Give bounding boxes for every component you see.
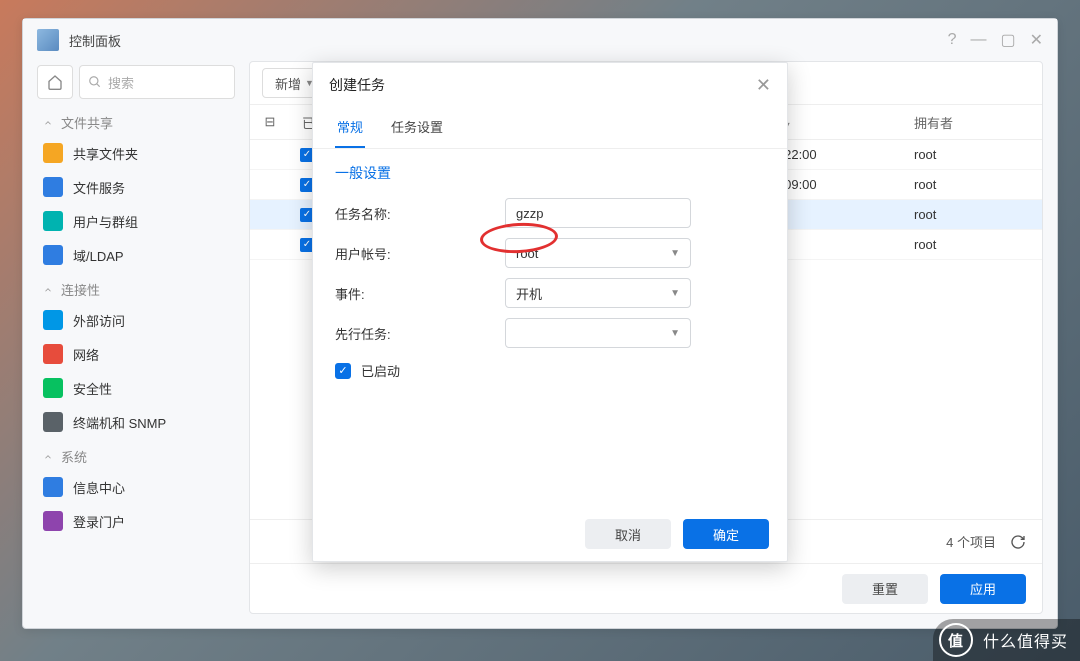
dialog-ok-button[interactable]: 确定 [683,519,769,549]
sidebar-item[interactable]: 文件服务 [37,170,235,204]
sidebar-item-label: 域/LDAP [73,246,124,265]
home-icon [47,74,63,90]
dialog-tabs: 常规 任务设置 [313,107,787,149]
sidebar: 搜索 文件共享共享文件夹文件服务用户与群组域/LDAP 连接性外部访问网络安全性终… [37,61,235,614]
sidebar-item[interactable]: 网络 [37,337,235,371]
reset-button[interactable]: 重置 [842,574,928,604]
dialog-cancel-button[interactable]: 取消 [585,519,671,549]
sidebar-item[interactable]: 用户与群组 [37,204,235,238]
sidebar-item[interactable]: 外部访问 [37,303,235,337]
nav-icon [43,245,63,265]
nav-icon [43,378,63,398]
sidebar-item-label: 共享文件夹 [73,144,138,163]
collapse-all-icon[interactable]: ⊟ [250,114,290,130]
sidebar-item-label: 网络 [73,345,99,364]
close-icon[interactable]: ✕ [1030,30,1043,50]
sidebar-group-header[interactable]: 文件共享 [37,105,235,136]
home-button[interactable] [37,65,73,99]
sidebar-item[interactable]: 终端机和 SNMP [37,405,235,439]
sidebar-item-label: 登录门户 [73,512,125,531]
nav-icon [43,211,63,231]
sidebar-group-header[interactable]: 系统 [37,439,235,470]
sidebar-item-label: 终端机和 SNMP [73,413,166,432]
apply-button[interactable]: 应用 [940,574,1026,604]
sidebar-item[interactable]: 安全性 [37,371,235,405]
nav-icon [43,177,63,197]
sidebar-item-label: 用户与群组 [73,212,138,231]
tab-task-settings[interactable]: 任务设置 [389,107,445,148]
titlebar: 控制面板 ? — ▢ ✕ [23,19,1057,61]
nav-icon [43,310,63,330]
item-count: 4 个项目 [946,532,996,551]
dialog-title: 创建任务 [329,75,385,95]
sidebar-item[interactable]: 登录门户 [37,504,235,538]
sidebar-item-label: 文件服务 [73,178,125,197]
nav-icon [43,143,63,163]
cell-owner: root [902,147,1042,162]
window-title: 控制面板 [69,31,121,50]
help-icon[interactable]: ? [948,31,957,49]
sidebar-item-label: 外部访问 [73,311,125,330]
sidebar-group-header[interactable]: 连接性 [37,272,235,303]
col-owner[interactable]: 拥有者 [902,113,1042,132]
nav-icon [43,412,63,432]
refresh-icon[interactable] [1010,534,1026,550]
sidebar-item[interactable]: 域/LDAP [37,238,235,272]
cell-owner: root [902,177,1042,192]
select-user-account[interactable]: root▼ [505,238,691,268]
label-user-account: 用户帐号: [335,244,495,263]
bottom-actions: 重置 应用 [250,563,1042,613]
chevron-down-icon: ▼ [670,248,680,259]
section-general: 一般设置 [313,149,787,193]
select-pretask[interactable]: ▼ [505,318,691,348]
input-task-name[interactable]: gzzp [505,198,691,228]
app-icon [37,29,59,51]
label-enabled: 已启动 [361,361,400,380]
nav-icon [43,477,63,497]
chevron-up-icon [43,285,53,295]
cell-owner: root [902,207,1042,222]
sidebar-item[interactable]: 共享文件夹 [37,136,235,170]
watermark: 值 什么值得买 [933,619,1080,661]
search-icon [88,75,102,89]
cell-owner: root [902,237,1042,252]
sidebar-item-label: 信息中心 [73,478,125,497]
select-event[interactable]: 开机▼ [505,278,691,308]
minimize-icon[interactable]: — [970,31,986,49]
tab-general[interactable]: 常规 [335,107,365,148]
sidebar-item-label: 安全性 [73,379,112,398]
nav-icon [43,511,63,531]
chevron-down-icon: ▼ [670,288,680,299]
maximize-icon[interactable]: ▢ [1000,30,1015,50]
sidebar-item[interactable]: 信息中心 [37,470,235,504]
label-event: 事件: [335,284,495,303]
chevron-up-icon [43,452,53,462]
search-input[interactable]: 搜索 [79,65,235,99]
checkbox-enabled[interactable]: ✓ [335,363,351,379]
chevron-down-icon: ▼ [670,328,680,339]
label-pretask: 先行任务: [335,324,495,343]
nav-icon [43,344,63,364]
create-task-dialog: 创建任务 ✕ 常规 任务设置 一般设置 任务名称: gzzp 用户帐号: roo… [312,62,788,562]
label-task-name: 任务名称: [335,204,495,223]
chevron-up-icon [43,118,53,128]
dialog-close-icon[interactable]: ✕ [756,75,771,96]
